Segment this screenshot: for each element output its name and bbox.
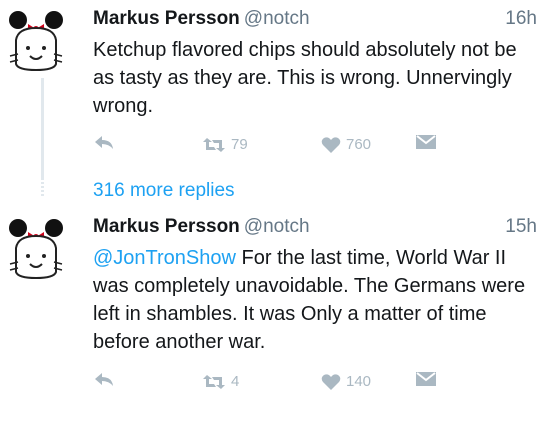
timestamp[interactable]: 15h: [505, 214, 537, 240]
tweet-text: Ketchup flavored chips should absolutely…: [93, 39, 517, 117]
direct-message-button[interactable]: [415, 133, 437, 151]
tweet-header: Markus Persson @notch 15h: [93, 214, 537, 240]
like-count: 140: [346, 373, 372, 390]
user-handle[interactable]: @notch: [244, 8, 310, 29]
display-name[interactable]: Markus Persson: [93, 216, 240, 237]
reply-icon: [95, 373, 113, 386]
retweet-button[interactable]: 4: [202, 370, 239, 394]
more-replies-link[interactable]: 316 more replies: [93, 178, 235, 204]
retweet-button[interactable]: 79: [202, 133, 248, 157]
avatar[interactable]: [8, 10, 64, 74]
heart-icon: [321, 137, 341, 153]
retweet-count: 4: [231, 373, 240, 390]
tweet-header: Markus Persson @notch 16h: [93, 6, 537, 32]
tweet-1[interactable]: Markus Persson @notch 16h Ketchup flavore…: [0, 0, 555, 180]
direct-message-button[interactable]: [415, 370, 437, 388]
like-button[interactable]: 140: [321, 370, 371, 394]
retweet-count: 79: [231, 136, 248, 153]
dm-icon: [416, 135, 436, 149]
tweet-text: @JonTronShow For the last time, World Wa…: [93, 244, 541, 356]
mention-link[interactable]: @JonTronShow: [93, 247, 236, 269]
like-count: 760: [346, 136, 372, 153]
heart-icon: [321, 374, 341, 390]
tweet-2[interactable]: Markus Persson @notch 15h @JonTronShow Fo…: [0, 208, 555, 432]
tweet-actions: 4 140: [93, 370, 537, 394]
user-handle[interactable]: @notch: [244, 216, 310, 237]
display-name[interactable]: Markus Persson: [93, 8, 240, 29]
dm-icon: [416, 372, 436, 386]
thread-gap-line: [41, 182, 44, 196]
timestamp[interactable]: 16h: [505, 6, 537, 32]
like-button[interactable]: 760: [321, 133, 371, 157]
reply-icon: [95, 136, 113, 149]
reply-button[interactable]: [93, 133, 115, 151]
retweet-icon: [203, 138, 225, 152]
tweet-actions: 79 760: [93, 133, 537, 157]
reply-button[interactable]: [93, 370, 115, 388]
avatar[interactable]: [8, 218, 64, 282]
retweet-icon: [203, 375, 225, 389]
thread-line: [41, 78, 44, 180]
